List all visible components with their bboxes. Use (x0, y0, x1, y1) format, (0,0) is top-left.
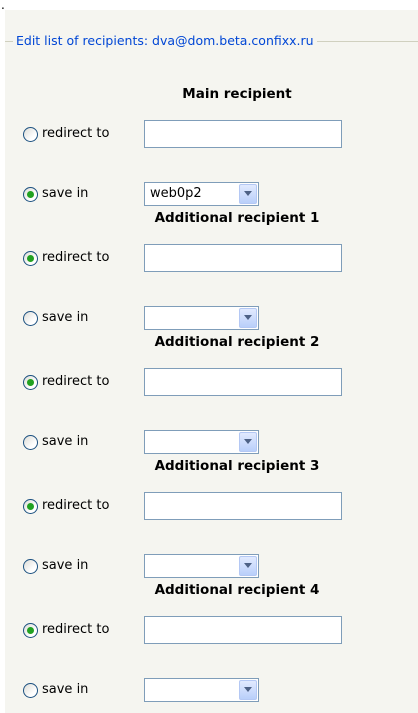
chevron-down-icon[interactable] (239, 556, 257, 576)
recipient-heading: Additional recipient 3 (154, 458, 320, 474)
save-radio[interactable] (23, 683, 38, 698)
redirect-radio[interactable] (23, 375, 38, 390)
save-label: save in (42, 186, 89, 201)
redirect-address-input[interactable] (144, 244, 342, 272)
redirect-label: redirect to (42, 374, 110, 389)
redirect-address-input[interactable] (144, 492, 342, 520)
redirect-radio[interactable] (23, 251, 38, 266)
save-radio[interactable] (23, 311, 38, 326)
save-label: save in (42, 682, 89, 697)
save-mailbox-select[interactable]: web0p2 (144, 182, 259, 206)
redirect-label: redirect to (42, 498, 110, 513)
save-mailbox-select[interactable] (144, 430, 259, 454)
redirect-radio[interactable] (23, 623, 38, 638)
fieldset-legend: Edit list of recipients: dva@dom.beta.co… (13, 33, 317, 49)
recipients-fieldset: Edit list of recipients: dva@dom.beta.co… (5, 10, 418, 713)
save-label: save in (42, 558, 89, 573)
save-mailbox-select[interactable] (144, 306, 259, 330)
save-mailbox-select[interactable] (144, 554, 259, 578)
leading-dot: . (1, 0, 5, 12)
redirect-label: redirect to (42, 126, 110, 141)
redirect-label: redirect to (42, 622, 110, 637)
save-radio[interactable] (23, 435, 38, 450)
chevron-down-icon[interactable] (239, 432, 257, 452)
save-label: save in (42, 310, 89, 325)
redirect-label: redirect to (42, 250, 110, 265)
save-radio[interactable] (23, 559, 38, 574)
redirect-radio[interactable] (23, 127, 38, 142)
chevron-down-icon[interactable] (239, 680, 257, 700)
save-radio[interactable] (23, 187, 38, 202)
recipient-heading: Main recipient (182, 86, 292, 102)
save-label: save in (42, 434, 89, 449)
recipient-heading: Additional recipient 2 (154, 334, 320, 350)
select-value: web0p2 (150, 186, 202, 201)
recipient-heading: Additional recipient 1 (154, 210, 320, 226)
redirect-address-input[interactable] (144, 120, 342, 148)
redirect-address-input[interactable] (144, 368, 342, 396)
recipient-heading: Additional recipient 4 (154, 582, 320, 598)
redirect-radio[interactable] (23, 499, 38, 514)
save-mailbox-select[interactable] (144, 678, 259, 702)
chevron-down-icon[interactable] (239, 184, 257, 204)
redirect-address-input[interactable] (144, 616, 342, 644)
chevron-down-icon[interactable] (239, 308, 257, 328)
